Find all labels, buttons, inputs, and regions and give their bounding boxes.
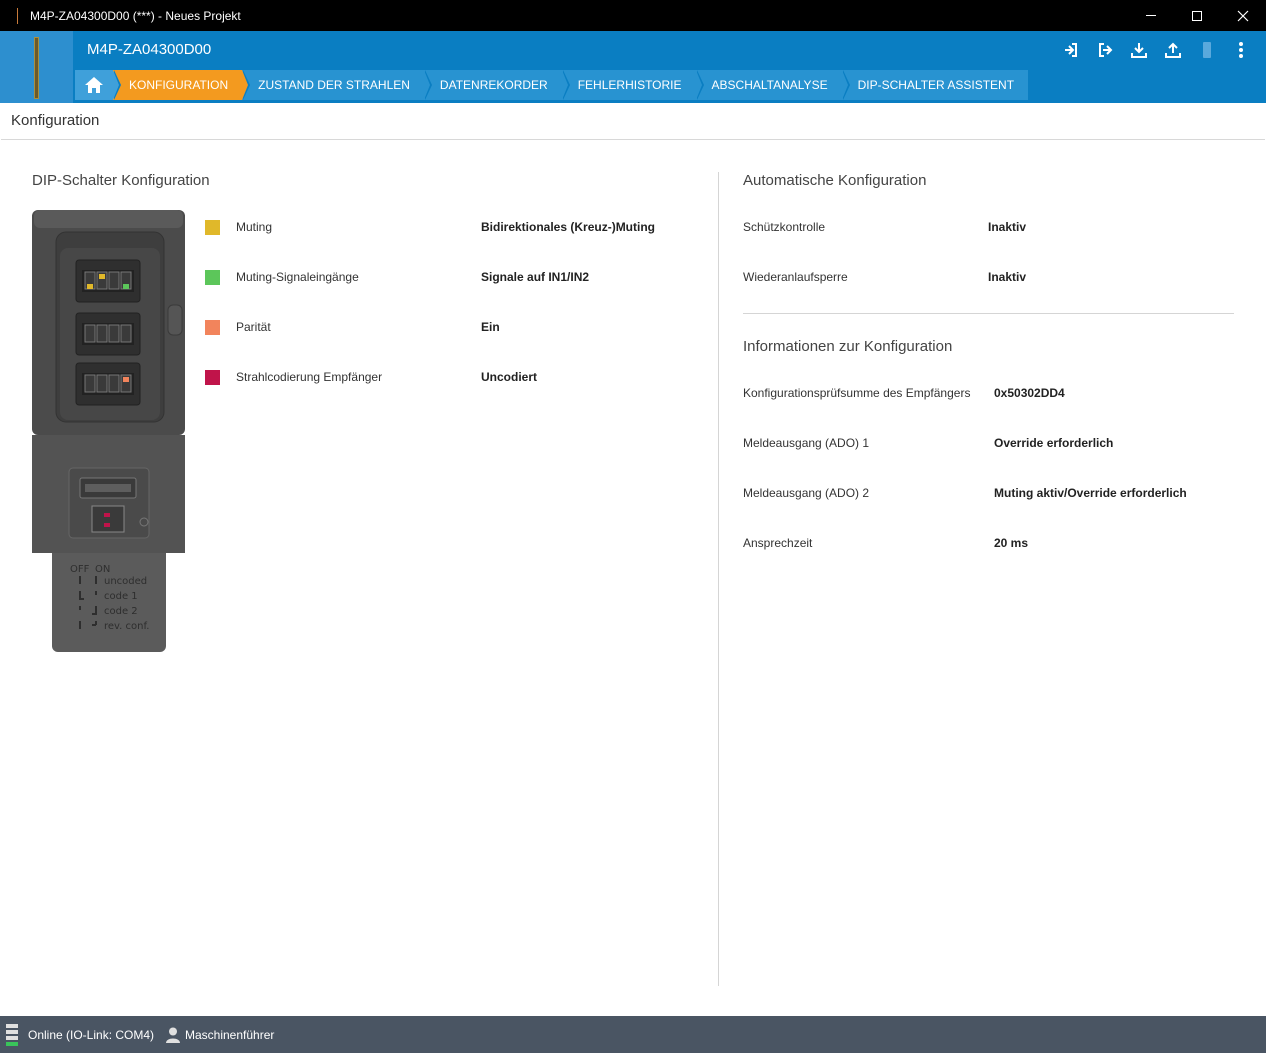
window-titlebar: M4P-ZA04300D00 (***) - Neues Projekt — [0, 0, 1266, 31]
home-icon — [85, 77, 103, 93]
maximize-button[interactable] — [1174, 0, 1220, 31]
more-menu-button[interactable] — [1224, 39, 1258, 61]
dip-row-label: Parität — [236, 320, 271, 334]
column-divider — [718, 172, 719, 986]
minimize-button[interactable] — [1128, 0, 1174, 31]
device-thumbnail-bar — [34, 37, 39, 99]
dip-section-title: DIP-Schalter Konfiguration — [32, 172, 210, 189]
main-tabs: KONFIGURATION ZUSTAND DER STRAHLEN DATEN… — [75, 70, 1029, 100]
device-legend-code-0: uncoded — [104, 576, 147, 587]
info-row-value: 0x50302DD4 — [994, 386, 1065, 400]
minimize-icon — [1146, 15, 1156, 16]
device-legend-off: OFF — [70, 564, 90, 575]
device-legend-code-1: code 1 — [104, 591, 138, 602]
window-title: M4P-ZA04300D00 (***) - Neues Projekt — [30, 8, 241, 23]
auto-row-value: Inaktiv — [988, 270, 1027, 284]
tab-datenrekorder[interactable]: DATENREKORDER — [423, 70, 570, 100]
dip-row-muting: Muting Bidirektionales (Kreuz-)Muting — [205, 217, 655, 237]
download-icon — [1131, 43, 1147, 58]
info-row-label: Meldeausgang (ADO) 2 — [743, 486, 870, 500]
tab-abschaltanalyse[interactable]: ABSCHALTANALYSE — [695, 70, 850, 100]
color-swatch — [205, 369, 220, 385]
login-icon — [1065, 43, 1077, 57]
dip-row-value: Bidirektionales (Kreuz-)Muting — [481, 220, 656, 234]
dip-row-value: Uncodiert — [481, 370, 538, 384]
device-legend-code-3: rev. conf. — [104, 621, 149, 632]
user-status[interactable]: Maschinenführer — [166, 1016, 274, 1053]
section-divider — [743, 313, 1234, 314]
battery-indicator — [1190, 39, 1224, 61]
page-title: Konfiguration — [11, 112, 100, 129]
info-row-label: Konfigurationsprüfsumme des Empfängers — [743, 386, 971, 400]
info-row-label: Meldeausgang (ADO) 1 — [743, 436, 870, 450]
tab-dip-schalter-assistent[interactable]: DIP-SCHALTER ASSISTENT — [841, 70, 1029, 100]
close-button[interactable] — [1220, 0, 1266, 31]
device-legend-on: ON — [95, 564, 110, 575]
app-header: M4P-ZA04300D00 KONFIGURATION ZUSTAND DER… — [0, 31, 1266, 103]
tab-konfiguration[interactable]: KONFIGURATION — [113, 70, 251, 100]
device-thumbnail[interactable] — [0, 31, 73, 103]
logout-button[interactable] — [1088, 39, 1122, 61]
main-content: DIP-Schalter Konfiguration OFF ON uncode… — [1, 140, 1265, 1016]
dip-row-value: Signale auf IN1/IN2 — [481, 270, 590, 284]
upload-button[interactable] — [1156, 39, 1190, 61]
auto-row-label: Wiederanlaufsperre — [743, 270, 848, 284]
auto-section-title: Automatische Konfiguration — [743, 172, 927, 189]
tab-fehlerhistorie[interactable]: FEHLERHISTORIE — [561, 70, 704, 100]
device-name: M4P-ZA04300D00 — [87, 41, 212, 58]
app-icon — [17, 7, 18, 24]
auto-row-label: Schützkontrolle — [743, 220, 826, 234]
dip-row-strahlcodierung: Strahlcodierung Empfänger Uncodiert — [205, 367, 537, 387]
dip-row-label: Muting — [236, 220, 273, 234]
device-legend-code-2: code 2 — [104, 606, 138, 617]
login-button[interactable] — [1054, 39, 1088, 61]
info-row-value: Muting aktiv/Override erforderlich — [994, 486, 1187, 500]
window-controls — [1128, 0, 1266, 31]
color-swatch — [205, 319, 220, 335]
dip-switch-block-3 — [75, 362, 141, 406]
battery-icon — [1203, 42, 1211, 58]
breadcrumb: Konfiguration — [1, 103, 1265, 140]
dip-switch-block-1 — [75, 259, 141, 303]
device-illustration: OFF ON uncoded code 1 code 2 rev. conf. — [32, 210, 185, 652]
connection-status-text: Online (IO-Link: COM4) — [28, 1027, 155, 1042]
dip-row-paritaet: Parität Ein — [205, 317, 500, 337]
more-vertical-icon — [1239, 42, 1243, 58]
info-row-value: 20 ms — [994, 536, 1029, 550]
info-row-value: Override erforderlich — [994, 436, 1114, 450]
status-bar: Online (IO-Link: COM4) Maschinenführer — [0, 1016, 1266, 1053]
dip-switch-block-2 — [75, 312, 141, 356]
auto-row-value: Inaktiv — [988, 220, 1027, 234]
info-row-label: Ansprechzeit — [743, 536, 813, 550]
user-icon — [166, 1027, 180, 1043]
info-section-title: Informationen zur Konfiguration — [743, 338, 953, 355]
tab-zustand-der-strahlen[interactable]: ZUSTAND DER STRAHLEN — [242, 70, 432, 100]
tab-home[interactable] — [75, 70, 121, 100]
close-icon — [1237, 10, 1249, 21]
dip-row-label: Muting-Signaleingänge — [236, 270, 359, 284]
dip-row-muting-signaleingaenge: Muting-Signaleingänge Signale auf IN1/IN… — [205, 267, 589, 287]
header-toolbar — [1054, 39, 1258, 61]
connection-status[interactable]: Online (IO-Link: COM4) — [6, 1016, 154, 1053]
color-swatch — [205, 219, 220, 235]
upload-icon — [1165, 42, 1181, 58]
download-button[interactable] — [1122, 39, 1156, 61]
maximize-icon — [1192, 10, 1202, 21]
color-swatch — [205, 269, 220, 285]
logout-icon — [1099, 43, 1113, 57]
dip-row-label: Strahlcodierung Empfänger — [236, 370, 383, 384]
dip-row-value: Ein — [481, 320, 500, 334]
connection-icon — [6, 1023, 18, 1046]
user-role-text: Maschinenführer — [185, 1027, 275, 1042]
